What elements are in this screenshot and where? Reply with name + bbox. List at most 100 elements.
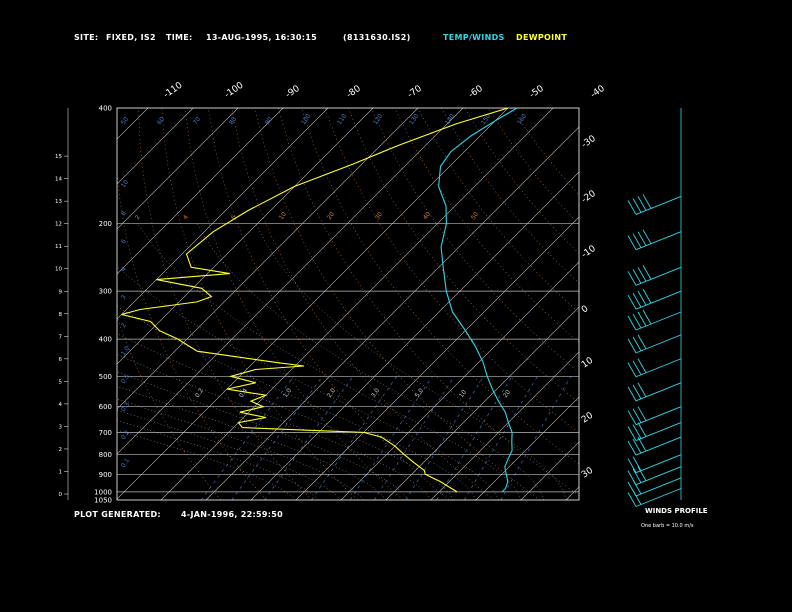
wind-barb-flag	[627, 315, 637, 331]
pressure-tick-label: 1050	[94, 497, 112, 505]
isotherm-line	[117, 108, 329, 320]
wind-barb-flag	[632, 360, 642, 375]
skewt-page: SITE: FIXED, IS2 TIME: 13-AUG-1995, 16:3…	[0, 0, 792, 612]
inner-grid-label: 2.0	[326, 387, 337, 399]
wind-barb-flag	[627, 458, 637, 473]
top-temp-tick-label: -80	[345, 84, 363, 101]
isotherm-line	[117, 108, 374, 365]
wind-barb-flag	[642, 265, 652, 280]
wind-barb-flag	[642, 229, 652, 244]
dry-adiabat-label: 40	[422, 211, 432, 221]
height-tick-label: 5	[59, 379, 63, 385]
wind-barb-shaft	[635, 488, 682, 507]
dry-adiabat	[161, 108, 358, 500]
dry-adiabat-label: 2	[134, 214, 142, 221]
isotherm-line	[656, 108, 792, 500]
wind-barb-flag	[632, 336, 642, 352]
pressure-tick-label: 500	[99, 373, 112, 381]
wind-barb-flag	[627, 426, 637, 441]
moist-adiabat	[117, 429, 297, 500]
wind-barb-flag	[627, 271, 637, 286]
right-temp-tick-label: 0	[580, 304, 591, 316]
moist-adiabat	[117, 266, 499, 500]
moist-adiabat-label: 90	[264, 116, 274, 126]
moist-adiabat-label: 130	[408, 113, 420, 127]
wind-barb-flag	[632, 384, 642, 400]
height-tick-label: 9	[59, 289, 63, 295]
moist-adiabat	[137, 223, 522, 500]
pressure-tick-label: 300	[99, 288, 112, 296]
right-temp-tick-label: -30	[580, 134, 598, 151]
top-temp-tick-label: -70	[406, 84, 424, 101]
plot-generated-label: PLOT GENERATED:	[74, 510, 161, 519]
moist-adiabat	[117, 398, 364, 500]
wind-barb-flag	[632, 456, 642, 471]
isotherm-line	[117, 108, 419, 410]
wind-barb-flag	[632, 313, 642, 329]
wind-barb-flag	[637, 334, 647, 350]
inner-grid-label: 5.0	[414, 387, 425, 399]
dry-adiabat	[138, 108, 313, 500]
dry-adiabat-label: 30	[374, 211, 384, 221]
wind-barb-flag	[637, 406, 647, 421]
dry-adiabat-label: 20	[326, 211, 336, 221]
dry-adiabat	[254, 108, 541, 500]
dry-adiabat	[510, 108, 579, 196]
dry-adiabat-label: 4	[182, 214, 190, 221]
height-tick-label: 13	[55, 199, 62, 205]
isotherm-line	[611, 108, 792, 500]
right-temp-tick-label: 30	[580, 466, 595, 481]
isotherm-line	[385, 306, 579, 500]
pressure-tick-label: 1000	[94, 488, 112, 496]
moist-adiabat-label: 60	[156, 116, 166, 126]
dry-adiabat	[301, 108, 579, 465]
mixing-ratio-label: 3	[120, 294, 128, 301]
pressure-tick-label: 600	[99, 403, 112, 411]
mixing-ratio-label: 0.2	[120, 429, 131, 441]
isotherm-line	[430, 351, 579, 500]
right-temp-tick-label: -10	[580, 244, 598, 261]
mixing-ratio-label: 1.0	[120, 345, 131, 357]
wind-barb-flag	[637, 290, 647, 306]
moist-adiabat-label: 110	[336, 113, 348, 127]
isotherm-line	[520, 441, 579, 500]
height-tick-label: 12	[55, 222, 62, 228]
moist-adiabat	[196, 223, 544, 500]
wind-barb-flag	[637, 436, 647, 452]
moist-adiabat-label: 160	[516, 113, 528, 127]
inner-grid-label: 0.4	[238, 387, 249, 399]
mixing-ratio-line	[311, 376, 398, 500]
isotherm-line	[0, 108, 13, 500]
top-temp-tick-label: -100	[223, 80, 246, 100]
winds-profile-title: WINDS PROFILE	[645, 507, 708, 515]
wind-barb-flag	[637, 358, 647, 373]
wind-barb-flag	[627, 294, 637, 310]
height-tick-label: 8	[59, 312, 63, 318]
dry-adiabat	[117, 167, 267, 500]
height-tick-label: 1	[59, 470, 63, 476]
wind-barb-flag	[632, 269, 642, 284]
winds-profile-note: One barb = 10.0 m/s	[641, 523, 694, 529]
wind-barb-flag	[637, 382, 647, 398]
inner-grid-label: 3.0	[370, 387, 381, 399]
chart-grid	[0, 108, 792, 500]
right-temp-tick-label: -20	[580, 189, 598, 206]
isotherm-line	[565, 486, 579, 500]
plot-generated-value: 4-JAN-1996, 22:59:50	[181, 510, 283, 519]
wind-barb-flag	[627, 386, 637, 402]
pressure-tick-label: 400	[99, 105, 112, 113]
dry-adiabat	[417, 108, 579, 314]
moist-adiabat-label: 100	[300, 113, 312, 127]
wind-barb-flag	[632, 233, 642, 248]
dry-adiabat	[394, 108, 579, 343]
inner-grid-label: 0.2	[194, 387, 205, 399]
mixing-ratio-label: 0.1	[120, 457, 131, 469]
height-tick-label: 7	[59, 334, 63, 340]
height-tick-label: 6	[59, 357, 63, 363]
wind-barb-flag	[642, 288, 652, 304]
plot-frame	[116, 107, 580, 501]
top-temp-tick-label: -40	[589, 84, 607, 101]
right-temp-tick-label: 20	[580, 411, 595, 426]
isotherm-line	[0, 108, 58, 500]
wind-barb-shaft	[635, 477, 682, 497]
